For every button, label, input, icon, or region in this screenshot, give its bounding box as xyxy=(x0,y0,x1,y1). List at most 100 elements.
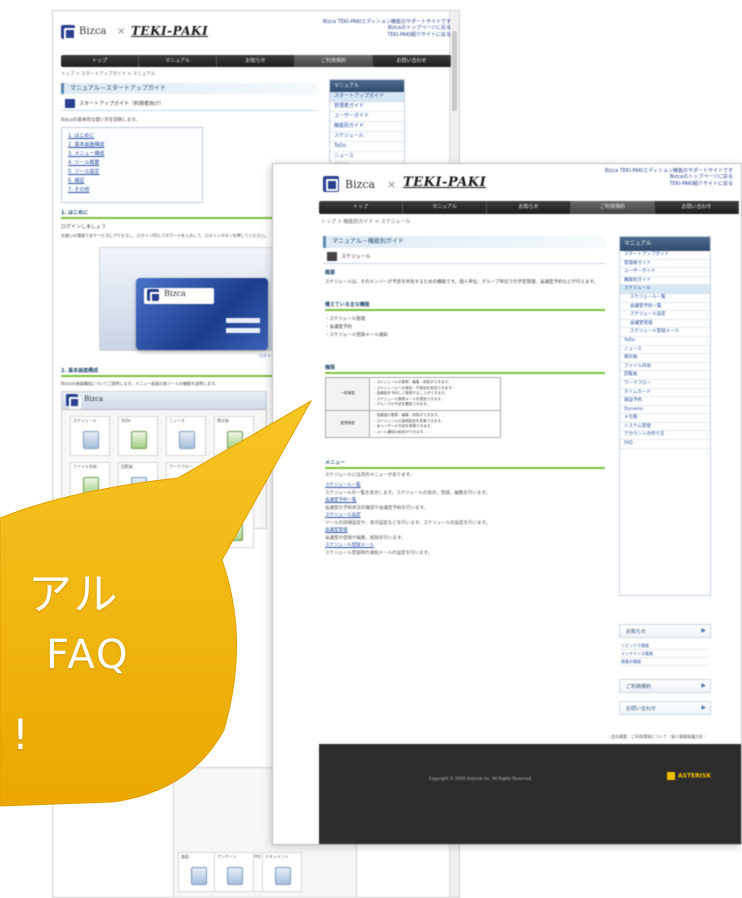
side-menu-item[interactable]: システム管理 xyxy=(620,423,710,432)
news-item[interactable]: メンテナンス情報 xyxy=(621,650,709,658)
tool-icon xyxy=(179,477,195,495)
side-menu-item[interactable]: スタートアップガイド xyxy=(620,251,710,260)
back-header: Bizca × TEKI-PAKI Bizca TEKI-PAKIエディション機… xyxy=(61,17,451,49)
terms-box[interactable]: ご利用規約 xyxy=(619,679,711,693)
tool-tile[interactable]: タイムカード xyxy=(214,462,254,502)
brand-separator: × xyxy=(117,26,126,37)
tool-icon xyxy=(131,431,147,449)
toc-item[interactable]: 2. 基本画面構成 xyxy=(68,141,196,150)
tool-tile[interactable]: ファイル共有 xyxy=(70,462,110,502)
toc-item[interactable]: 4. ツール概要 xyxy=(68,159,196,168)
front-subtitle: スケジュール xyxy=(323,252,605,264)
side-menu-item[interactable]: スタートアップガイド xyxy=(330,92,404,102)
side-menu-item[interactable]: 機能別ガイド xyxy=(620,277,710,286)
toc-item[interactable]: 7. その他 xyxy=(68,186,196,195)
nav-manual[interactable]: マニュアル xyxy=(403,201,487,214)
news-item[interactable]: トピックス情報 xyxy=(621,642,709,650)
news-item[interactable]: 障害の情報 xyxy=(621,658,709,666)
tool-tile-label: アンケート xyxy=(217,854,237,859)
tool-tile[interactable]: 掲示板 xyxy=(214,416,254,456)
tool-tile[interactable]: ToDo xyxy=(118,416,158,456)
feature-item: ・会議室予約 xyxy=(325,325,352,330)
copyright-text: Copyright © 2009 Asterisk Inc. All Right… xyxy=(429,776,533,781)
side-menu-item[interactable]: ワークフロー xyxy=(620,380,710,389)
side-menu-item[interactable]: FAQ xyxy=(620,440,710,449)
menu-link-schedule-list[interactable]: スケジュール一覧 xyxy=(325,482,605,490)
side-menu-item[interactable]: タイムカード xyxy=(620,389,710,398)
tool-tile[interactable]: アンケート xyxy=(214,508,254,548)
tool-icon xyxy=(227,477,243,495)
tool-tile[interactable]: 回覧板 xyxy=(118,462,158,502)
nav-news[interactable]: お知らせ xyxy=(217,55,295,67)
toc-item[interactable]: 6. 補足 xyxy=(68,177,196,186)
contact-box[interactable]: お問い合わせ xyxy=(619,701,711,715)
tool-tile[interactable]: ワークフロー xyxy=(166,462,206,502)
nav-manual[interactable]: マニュアル xyxy=(139,55,217,67)
side-menu-item[interactable]: スケジュール xyxy=(620,285,710,294)
menu-link-mail[interactable]: スケジュール登録メール xyxy=(325,542,605,550)
side-menu-item[interactable]: ToDo xyxy=(620,337,710,346)
login-window: Bizca xyxy=(136,278,268,350)
side-menu-item[interactable]: メモ帳 xyxy=(620,414,710,423)
side-menu-item[interactable]: 回覧板 xyxy=(620,371,710,380)
side-menu-item[interactable]: ファイル共有 xyxy=(620,363,710,372)
tool-icon xyxy=(83,477,99,495)
side-menu-item[interactable]: スケジュール設定 xyxy=(620,311,710,320)
tool-tile[interactable]: アンケート xyxy=(214,852,254,892)
side-menu-item[interactable]: Dynamo xyxy=(620,406,710,415)
back-scrollbar-thumb[interactable] xyxy=(452,31,457,111)
front-header-link-2[interactable]: TEKI-PAKI紹介サイトに戻る xyxy=(605,181,733,187)
menu-link-room-admin[interactable]: 会議室管理 xyxy=(325,527,605,535)
tool-tile[interactable]: メモ帳 xyxy=(166,508,206,548)
tool-tile[interactable]: 施設 xyxy=(178,852,218,892)
tool-tile[interactable]: ドキュメント xyxy=(262,852,302,892)
tool-tile-label: スケジュール xyxy=(73,418,97,423)
menu-link-settings[interactable]: スケジュール設定 xyxy=(325,512,605,520)
login-password-field xyxy=(226,328,260,333)
side-menu-item[interactable]: ToDo xyxy=(330,142,404,152)
nav-contact[interactable]: お問い合わせ xyxy=(373,55,451,67)
permission-details: ・スケジュールの登録・編集・削除ができます。 ・スケジュールへの参加・不参加を設… xyxy=(369,377,501,411)
side-menu-item[interactable]: アカウントの作り方 xyxy=(620,431,710,441)
nav-terms[interactable]: ご利用規約 xyxy=(571,201,655,214)
side-menu-item[interactable]: ユーザーガイド xyxy=(620,268,710,277)
tool-tile[interactable]: スケジュール xyxy=(70,416,110,456)
tool-tile[interactable]: Dynamo xyxy=(118,508,158,548)
tool-icon xyxy=(227,867,243,885)
side-menu-item[interactable]: スケジュール一覧 xyxy=(620,294,710,303)
front-page-screenshot: Bizca × TEKI-PAKI Bizca TEKI-PAKIエディション機… xyxy=(272,163,742,845)
nav-news[interactable]: お知らせ xyxy=(487,201,571,214)
side-menu-item[interactable]: 管理者ガイド xyxy=(330,102,404,112)
side-menu-item[interactable]: 掲示板 xyxy=(620,354,710,363)
tool-icon xyxy=(131,477,147,495)
side-menu-item[interactable]: 会議室予約一覧 xyxy=(620,303,710,312)
side-menu-item[interactable]: 機能別ガイド xyxy=(330,122,404,132)
side-menu-item[interactable]: 会議室管理 xyxy=(620,320,710,329)
news-box[interactable]: お知らせ xyxy=(619,624,711,638)
side-menu-item[interactable]: 管理者ガイド xyxy=(620,260,710,269)
feature-item: ・スケジュール登録メール通知 xyxy=(325,333,388,338)
toc-item[interactable]: 5. ツール設定 xyxy=(68,168,196,177)
menu-link-desc: 会議室の登録や編集、削除を行います。 xyxy=(325,535,406,541)
nav-top[interactable]: トップ xyxy=(319,201,403,214)
tool-tile[interactable]: 施設予約 xyxy=(70,508,110,548)
feature-item: ・スケジュール管理 xyxy=(325,317,366,322)
menu-link-desc: ツールの詳細設定や、表示設定などを行います。スケジュールの設定を行います。 xyxy=(325,520,491,526)
nav-terms[interactable]: ご利用規約 xyxy=(295,55,373,67)
toc-item[interactable]: 1. はじめに xyxy=(68,132,196,141)
news-item-list: トピックス情報 メンテナンス情報 障害の情報 xyxy=(621,642,709,666)
side-menu-item[interactable]: スケジュール登録メール xyxy=(620,328,710,337)
side-menu-item[interactable]: スケジュール xyxy=(330,132,404,142)
nav-top[interactable]: トップ xyxy=(61,55,139,67)
side-menu-item[interactable]: ユーザーガイド xyxy=(330,112,404,122)
tool-tile[interactable]: ニュース xyxy=(166,416,206,456)
side-menu-item[interactable]: 施設予約 xyxy=(620,397,710,406)
back-header-link-2[interactable]: TEKI-PAKI紹介サイトに戻る xyxy=(323,32,451,38)
nav-contact[interactable]: お問い合わせ xyxy=(655,201,739,214)
back-page-title: マニュアル－スタートアップガイド xyxy=(61,83,317,94)
toc-item[interactable]: 3. メニュー構成 xyxy=(68,150,196,159)
side-menu-item[interactable]: ニュース xyxy=(620,346,710,355)
menu-link-room-list[interactable]: 会議室予約一覧 xyxy=(325,497,605,505)
front-bottom-links[interactable]: ｜会社概要｜ご利用環境について｜個人情報保護方針｜ xyxy=(607,734,707,740)
side-menu-item[interactable]: ニュース xyxy=(330,152,404,162)
